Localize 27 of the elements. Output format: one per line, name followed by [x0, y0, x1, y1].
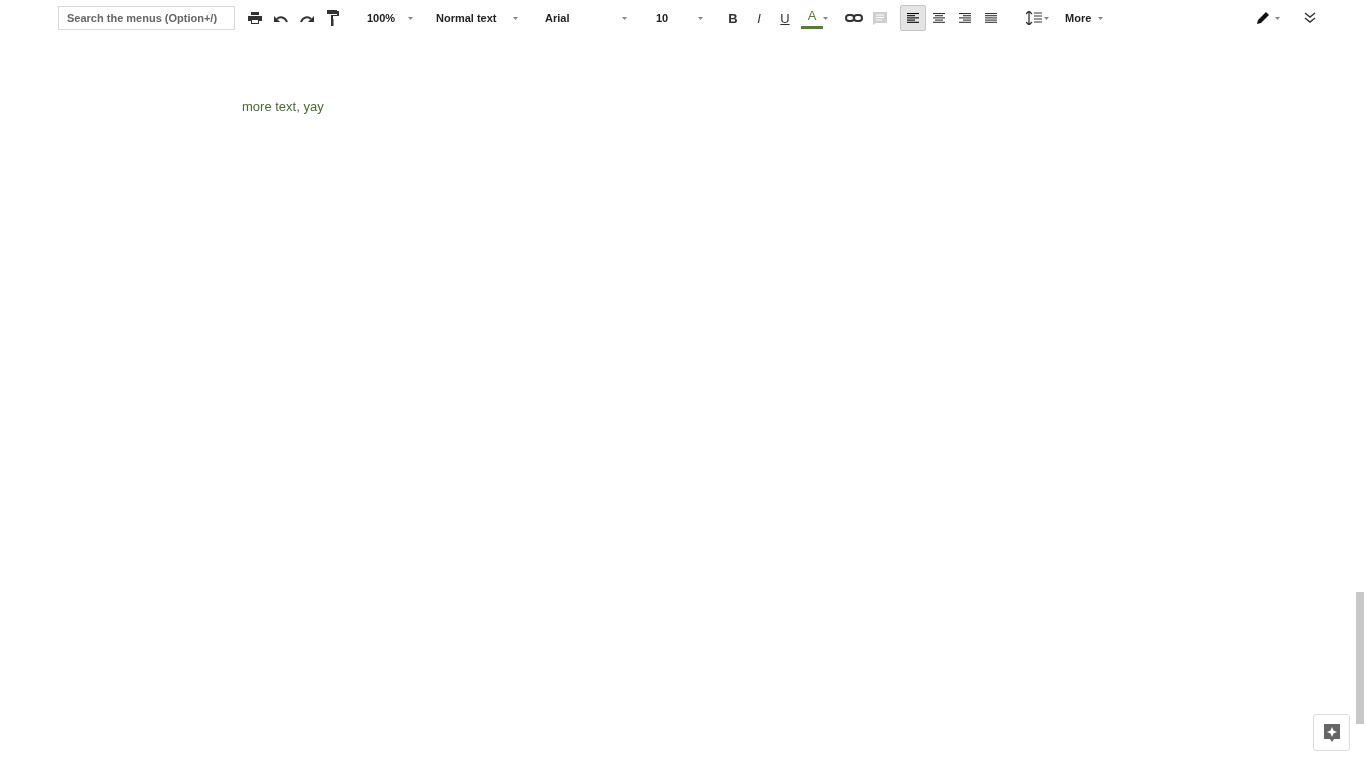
- align-left-button[interactable]: [900, 5, 926, 31]
- align-justify-icon: [984, 12, 998, 24]
- scrollbar-thumb[interactable]: [1356, 592, 1364, 724]
- document-text: more text, yay: [242, 99, 325, 114]
- caret-icon: [1098, 16, 1103, 20]
- caret-icon: [823, 16, 828, 20]
- style-dropdown[interactable]: Normal text: [436, 5, 518, 31]
- zoom-dropdown[interactable]: 100%: [367, 5, 413, 31]
- caret-icon: [622, 16, 627, 20]
- more-dropdown[interactable]: More: [1065, 5, 1103, 31]
- caret-icon: [513, 16, 518, 20]
- align-right-icon: [958, 12, 972, 24]
- caret-icon: [408, 16, 413, 20]
- sparkle-icon: [1323, 723, 1340, 742]
- font-dropdown[interactable]: Arial: [545, 5, 627, 31]
- caret-icon: [1275, 16, 1280, 20]
- search-field[interactable]: Search the menus (Option+/): [58, 6, 235, 30]
- underline-button[interactable]: U: [775, 5, 795, 31]
- align-left-icon: [906, 12, 920, 24]
- caret-icon: [1044, 16, 1049, 20]
- caret-icon: [698, 16, 703, 20]
- italic-button[interactable]: I: [749, 5, 769, 31]
- align-center-icon: [932, 12, 946, 24]
- text-color-button[interactable]: A: [801, 5, 823, 31]
- font-size-dropdown[interactable]: 10: [656, 5, 703, 31]
- bold-button[interactable]: B: [723, 5, 743, 31]
- explore-button[interactable]: [1313, 714, 1350, 751]
